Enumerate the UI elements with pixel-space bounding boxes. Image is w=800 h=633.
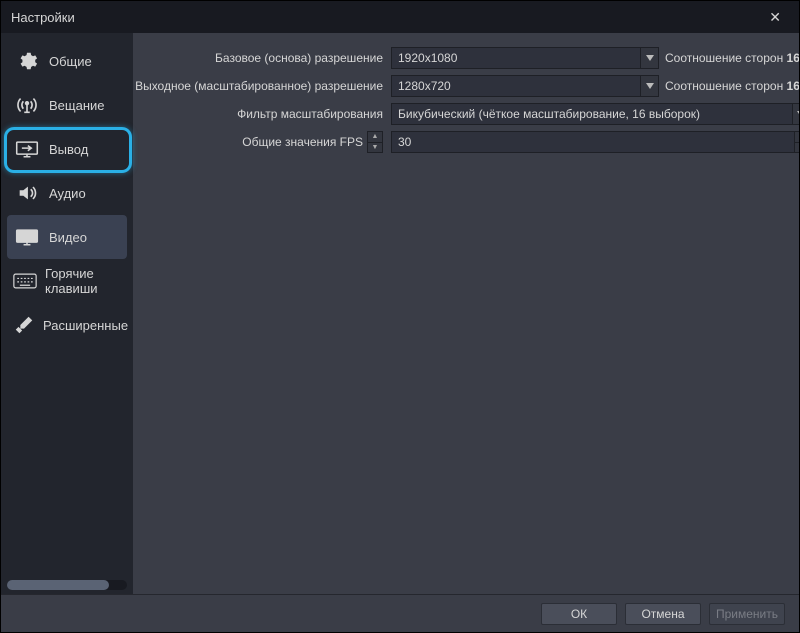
sidebar-item-hotkeys[interactable]: Горячие клавиши xyxy=(7,259,127,303)
sidebar-item-video[interactable]: Видео xyxy=(7,215,127,259)
dialog-footer: ОК Отмена Применить xyxy=(1,594,799,632)
downscale-filter-value: Бикубический (чёткое масштабирование, 16… xyxy=(398,107,700,121)
downscale-filter-label: Фильтр масштабирования xyxy=(133,107,385,121)
main-panel: Базовое (основа) разрешение 1920x1080 Со… xyxy=(133,33,799,594)
sidebar-item-label: Видео xyxy=(49,230,87,245)
sidebar-item-audio[interactable]: Аудио xyxy=(7,171,127,215)
output-resolution-combo[interactable]: 1280x720 xyxy=(391,75,659,97)
chevron-down-icon xyxy=(640,48,658,68)
close-icon[interactable]: ✕ xyxy=(761,5,789,30)
sidebar-item-label: Расширенные xyxy=(43,318,128,333)
fps-type-stepper[interactable]: ▲▼ xyxy=(367,131,383,153)
ok-button[interactable]: ОК xyxy=(541,603,617,625)
sidebar-item-stream[interactable]: Вещание xyxy=(7,83,127,127)
output-aspect-ratio: Соотношение сторон 16:9 xyxy=(665,79,799,93)
fps-label: Общие значения FPS xyxy=(242,135,363,149)
apply-button: Применить xyxy=(709,603,785,625)
sidebar-scrollbar[interactable] xyxy=(7,580,127,590)
base-resolution-label: Базовое (основа) разрешение xyxy=(133,51,385,65)
speaker-icon xyxy=(13,179,41,207)
sidebar-item-label: Аудио xyxy=(49,186,86,201)
sidebar-item-label: Горячие клавиши xyxy=(45,266,127,296)
window-title: Настройки xyxy=(11,10,75,25)
base-aspect-ratio: Соотношение сторон 16:9 xyxy=(665,51,799,65)
chevron-down-icon xyxy=(640,76,658,96)
sidebar-item-label: Вывод xyxy=(49,142,88,157)
downscale-filter-combo[interactable]: Бикубический (чёткое масштабирование, 16… xyxy=(391,103,799,125)
base-resolution-value: 1920x1080 xyxy=(398,51,457,65)
sidebar-item-general[interactable]: Общие xyxy=(7,39,127,83)
monitor-icon xyxy=(13,223,41,251)
gear-icon xyxy=(13,47,41,75)
antenna-icon xyxy=(13,91,41,119)
tools-icon xyxy=(13,311,35,339)
output-icon xyxy=(13,135,41,163)
cancel-button[interactable]: Отмена xyxy=(625,603,701,625)
spinner-buttons[interactable]: ▲▼ xyxy=(794,132,799,152)
sidebar-item-advanced[interactable]: Расширенные xyxy=(7,303,127,347)
sidebar: Общие Вещание Вывод Аудио xyxy=(1,33,133,594)
settings-window: Настройки ✕ Общие Вещание Вывод xyxy=(0,0,800,633)
fps-value: 30 xyxy=(398,135,411,149)
output-resolution-value: 1280x720 xyxy=(398,79,451,93)
chevron-down-icon xyxy=(792,104,799,124)
titlebar: Настройки ✕ xyxy=(1,1,799,33)
base-resolution-combo[interactable]: 1920x1080 xyxy=(391,47,659,69)
fps-spinner[interactable]: 30 ▲▼ xyxy=(391,131,799,153)
keyboard-icon xyxy=(13,267,37,295)
output-resolution-label: Выходное (масштабированное) разрешение xyxy=(133,79,385,93)
sidebar-item-label: Вещание xyxy=(49,98,105,113)
sidebar-item-label: Общие xyxy=(49,54,92,69)
sidebar-item-output[interactable]: Вывод xyxy=(7,127,127,171)
